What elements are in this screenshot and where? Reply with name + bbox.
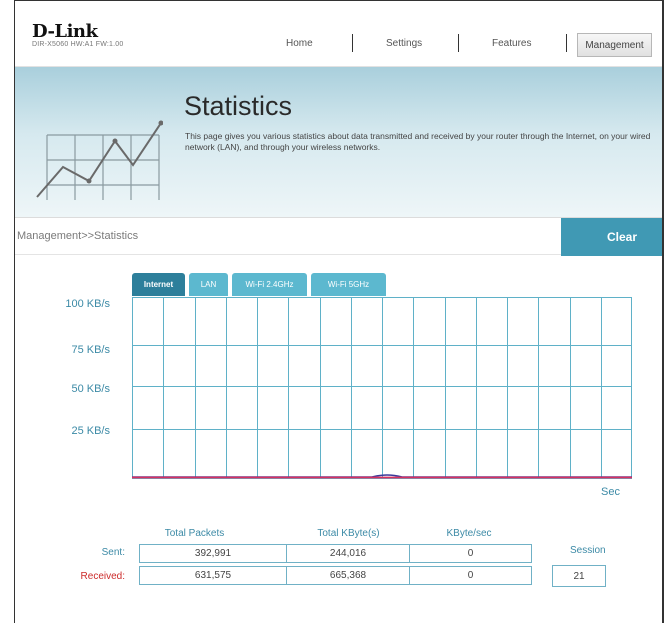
received-total-packets: 631,575: [139, 566, 287, 585]
page-description: This page gives you various statistics a…: [185, 131, 651, 152]
y-label-75: 75 KB/s: [71, 344, 110, 356]
top-header: D-Link DIR-X5060 HW:A1 FW:1.00 Home Sett…: [15, 1, 662, 67]
received-total-kbytes: 665,368: [286, 566, 410, 585]
nav-divider: [352, 34, 353, 52]
line-chart-icon: [36, 120, 163, 200]
page-banner: Statistics This page gives you various s…: [15, 67, 662, 217]
sent-total-kbytes: 244,016: [286, 544, 410, 563]
sent-total-packets: 392,991: [139, 544, 287, 563]
nav-divider: [458, 34, 459, 52]
tab-lan[interactable]: LAN: [189, 273, 228, 296]
router-admin-window: D-Link DIR-X5060 HW:A1 FW:1.00 Home Sett…: [14, 0, 664, 623]
col-total-packets: Total Packets: [164, 528, 225, 539]
sent-kbyte-per-sec: 0: [409, 544, 532, 563]
breadcrumb-bar: Management>>Statistics Clear: [15, 217, 662, 256]
y-label-50: 50 KB/s: [71, 383, 110, 395]
y-label-25: 25 KB/s: [71, 425, 110, 437]
session-label: Session: [570, 545, 606, 556]
graph-grid: [132, 297, 632, 479]
row-label-received: Received:: [80, 571, 125, 582]
nav-divider: [566, 34, 567, 52]
x-axis-label: Sec: [601, 486, 620, 498]
page-title: Statistics: [184, 91, 293, 121]
clear-button[interactable]: Clear: [561, 218, 662, 256]
nav-settings[interactable]: Settings: [386, 30, 422, 56]
model-info: DIR-X5060 HW:A1 FW:1.00: [32, 41, 124, 48]
nav-management[interactable]: Management: [577, 33, 652, 57]
nav-home[interactable]: Home: [286, 30, 313, 56]
session-count: 21: [552, 565, 606, 587]
row-label-sent: Sent:: [101, 547, 125, 558]
nav-features[interactable]: Features: [492, 30, 531, 56]
tab-internet[interactable]: Internet: [132, 273, 185, 296]
y-label-100: 100 KB/s: [65, 298, 110, 310]
breadcrumb: Management>>Statistics: [17, 230, 139, 242]
tab-wifi-24ghz[interactable]: Wi-Fi 2.4GHz: [232, 273, 307, 296]
col-total-kbytes: Total KByte(s): [317, 528, 380, 539]
tab-wifi-5ghz[interactable]: Wi-Fi 5GHz: [311, 273, 386, 296]
col-kbyte-per-sec: KByte/sec: [446, 528, 492, 539]
traffic-graph: [132, 297, 632, 479]
dlink-logo[interactable]: D-Link: [32, 21, 98, 42]
received-kbyte-per-sec: 0: [409, 566, 532, 585]
